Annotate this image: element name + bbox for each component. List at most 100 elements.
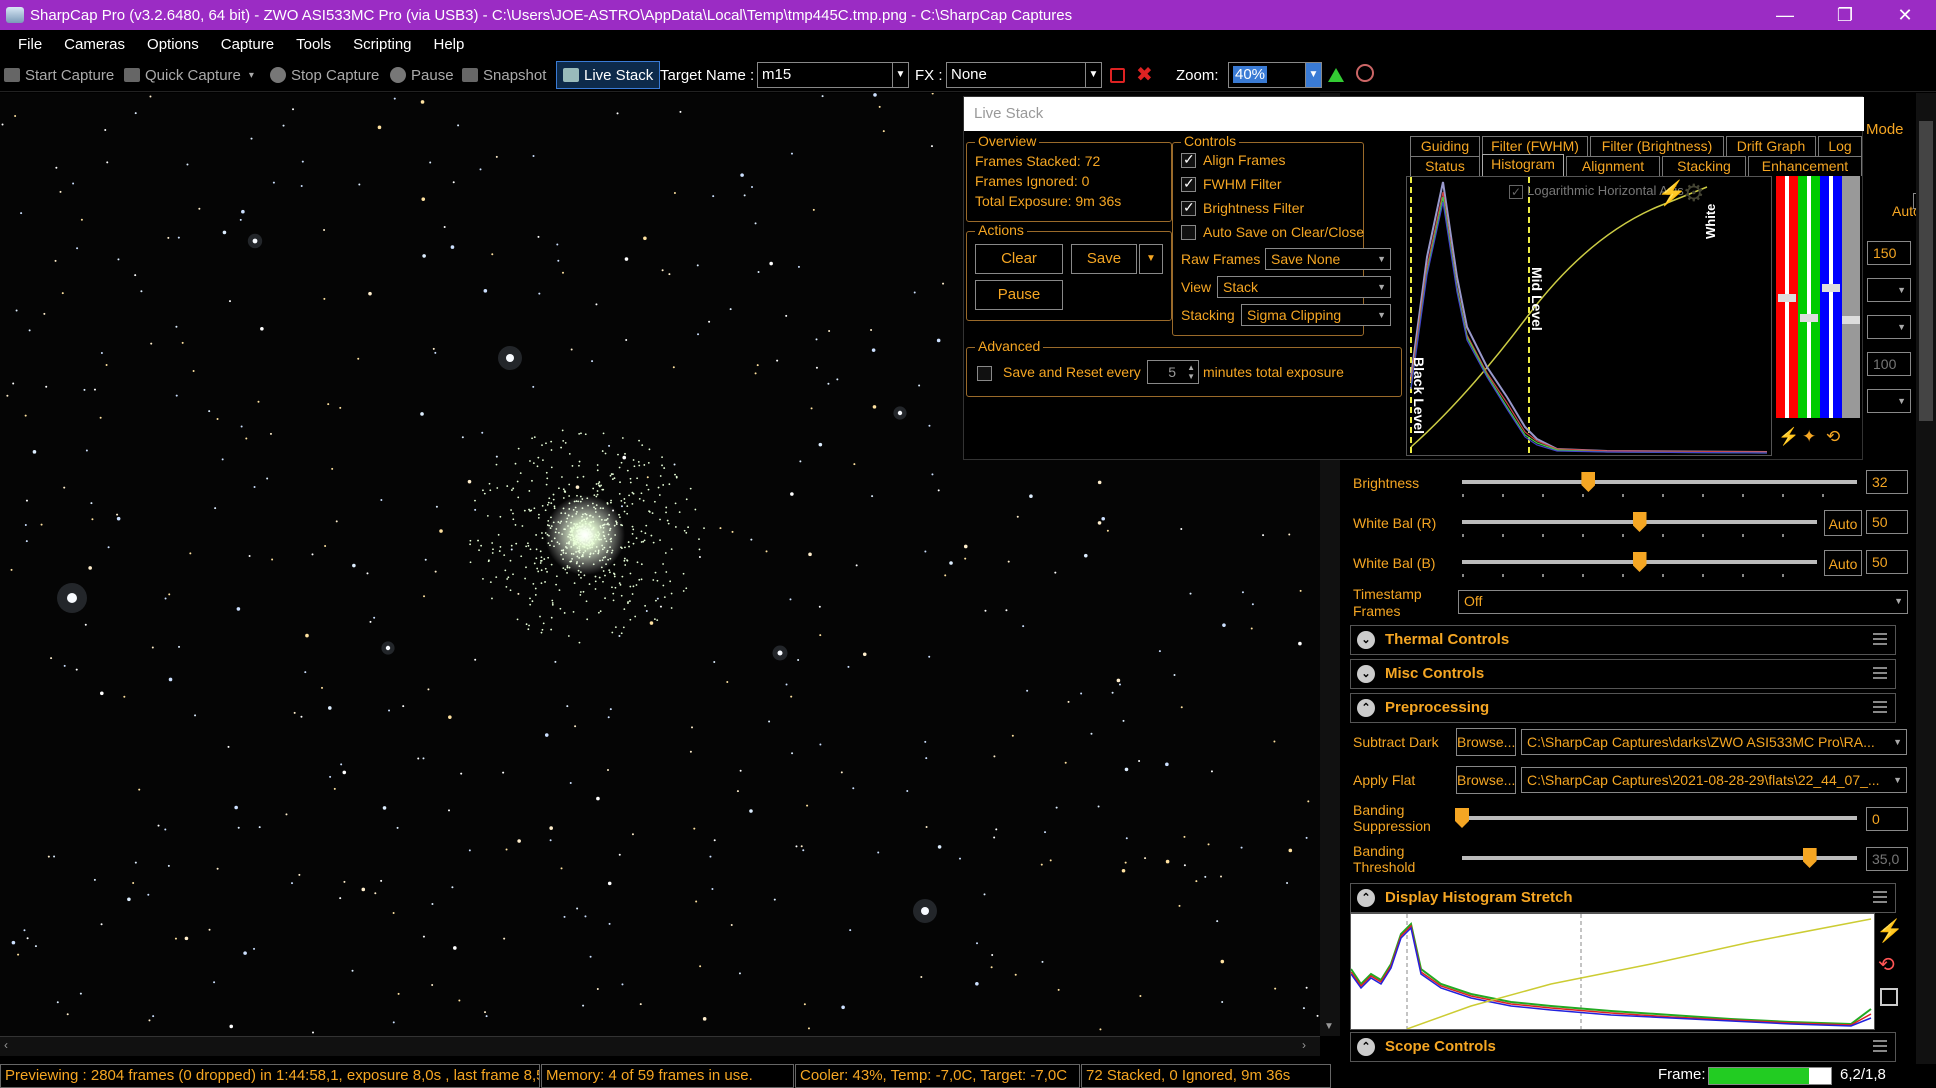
tab-log[interactable]: Log <box>1818 136 1862 156</box>
blue-level-bar[interactable] <box>1820 176 1842 418</box>
dropdown-3[interactable]: ▼ <box>1867 389 1911 413</box>
view-select[interactable]: Stack ▼ <box>1217 276 1391 298</box>
zoom-target-icon[interactable] <box>1356 64 1374 82</box>
chevron-down-icon[interactable]: ▼ <box>892 63 908 87</box>
live-stack-button[interactable]: Live Stack <box>556 61 661 89</box>
record-icon[interactable] <box>1110 68 1125 83</box>
fwhm-filter-checkbox[interactable] <box>1181 175 1196 192</box>
timestamp-select[interactable]: Off ▼ <box>1458 590 1908 614</box>
lightning-icon[interactable]: ⚡ <box>1876 918 1903 944</box>
target-name-input[interactable]: m15 ▼ <box>757 62 909 88</box>
save-button[interactable]: Save <box>1071 244 1137 274</box>
clear-button[interactable]: Clear <box>975 244 1063 274</box>
quick-capture-button[interactable]: Quick Capture ▾ <box>124 64 254 86</box>
rgb-level-sliders[interactable] <box>1774 176 1860 418</box>
banding-suppression-value[interactable]: 0 <box>1866 807 1908 831</box>
menu-tools[interactable]: Tools <box>296 36 331 53</box>
save-icon[interactable] <box>1880 988 1898 1006</box>
brightness-value[interactable]: 32 <box>1866 470 1908 494</box>
menu-icon[interactable] <box>1873 1040 1887 1052</box>
wb-r-auto-button[interactable]: Auto <box>1824 510 1862 536</box>
menu-capture[interactable]: Capture <box>221 36 274 53</box>
log-axis-checkbox[interactable]: ✓ <box>1509 185 1523 199</box>
reset-icon[interactable]: ⟲ <box>1878 952 1895 977</box>
chevron-down-icon[interactable]: ▼ <box>1085 63 1101 87</box>
green-level-bar[interactable] <box>1798 176 1820 418</box>
panel-scroll-thumb[interactable] <box>1919 121 1933 421</box>
menu-cameras[interactable]: Cameras <box>64 36 125 53</box>
section-display-histogram[interactable]: ⌃ Display Histogram Stretch <box>1350 883 1896 913</box>
pause-stack-button[interactable]: Pause <box>975 280 1063 310</box>
horizontal-scrollbar[interactable]: ‹ › <box>0 1036 1320 1056</box>
histogram-icon[interactable] <box>1328 68 1344 82</box>
tab-guiding[interactable]: Guiding <box>1410 136 1480 156</box>
banding-threshold-slider[interactable] <box>1462 856 1857 860</box>
reset-icon[interactable]: ⟲ <box>1826 427 1840 447</box>
start-capture-button[interactable]: Start Capture <box>4 64 114 86</box>
menu-icon[interactable] <box>1873 667 1887 679</box>
tab-drift-graph[interactable]: Drift Graph <box>1726 136 1816 156</box>
scroll-right-icon[interactable]: › <box>1302 1038 1306 1052</box>
section-scope-controls[interactable]: ⌃ Scope Controls <box>1350 1032 1896 1062</box>
blue-level-thumb[interactable] <box>1822 284 1840 292</box>
menu-icon[interactable] <box>1873 633 1887 645</box>
chevron-up-icon[interactable]: ⌃ <box>1357 699 1375 717</box>
chevron-up-icon[interactable]: ⌃ <box>1357 1038 1375 1056</box>
pause-button[interactable]: Pause <box>390 64 454 86</box>
minimize-button[interactable]: — <box>1756 0 1814 30</box>
section-thermal-controls[interactable]: ⌄ Thermal Controls <box>1350 625 1896 655</box>
panel-scrollbar[interactable] <box>1916 93 1936 1064</box>
menu-options[interactable]: Options <box>147 36 199 53</box>
stepper-arrows-icon[interactable]: ▲ ▼ <box>1187 363 1195 381</box>
banding-suppression-slider[interactable] <box>1462 816 1857 820</box>
tab-alignment[interactable]: Alignment <box>1566 156 1660 176</box>
wb-b-auto-button[interactable]: Auto <box>1824 550 1862 576</box>
lightning-icon[interactable]: ⚡ <box>1778 427 1799 447</box>
stack-histogram-plot[interactable]: ✓ Logarithmic Horizontal Axis Black Leve… <box>1406 176 1772 456</box>
star-icon[interactable]: ✦ <box>1802 427 1816 447</box>
save-reset-checkbox[interactable] <box>977 366 992 381</box>
wb-r-value[interactable]: 50 <box>1866 510 1908 534</box>
reticle-icon[interactable]: ✖ <box>1136 62 1153 87</box>
chevron-down-icon[interactable]: ▼ <box>1305 63 1321 87</box>
fx-select[interactable]: None ▼ <box>946 62 1102 88</box>
menu-icon[interactable] <box>1873 701 1887 713</box>
zoom-select[interactable]: 40% ▼ <box>1228 62 1322 88</box>
subtract-dark-select[interactable]: C:\SharpCap Captures\darks\ZWO ASI533MC … <box>1521 729 1907 755</box>
menu-file[interactable]: File <box>18 36 42 53</box>
banding-threshold-value[interactable]: 35,0 <box>1866 847 1908 871</box>
tab-stacking[interactable]: Stacking <box>1662 156 1746 176</box>
apply-flat-browse-button[interactable]: Browse... <box>1456 766 1516 794</box>
gear-icon[interactable]: ⚙ <box>1683 179 1705 208</box>
dropdown-1[interactable]: ▼ <box>1867 278 1911 302</box>
value-150[interactable]: 150 <box>1867 241 1911 265</box>
tab-filter-fwhm[interactable]: Filter (FWHM) <box>1482 136 1588 156</box>
apply-flat-select[interactable]: C:\SharpCap Captures\2021-08-28-29\flats… <box>1521 767 1907 793</box>
menu-icon[interactable] <box>1873 891 1887 903</box>
section-preprocessing[interactable]: ⌃ Preprocessing <box>1350 693 1896 723</box>
auto-save-checkbox[interactable] <box>1181 225 1196 240</box>
tab-histogram[interactable]: Histogram <box>1482 154 1564 176</box>
display-histogram-plot[interactable] <box>1350 913 1875 1030</box>
red-level-thumb[interactable] <box>1778 294 1796 302</box>
dropdown-2[interactable]: ▼ <box>1867 315 1911 339</box>
wb-b-value[interactable]: 50 <box>1866 550 1908 574</box>
close-button[interactable]: ✕ <box>1876 0 1934 30</box>
lum-level-bar[interactable] <box>1842 176 1860 418</box>
raw-frames-select[interactable]: Save None ▼ <box>1265 248 1391 270</box>
restore-button[interactable]: ❐ <box>1816 0 1874 30</box>
tab-enhancement[interactable]: Enhancement <box>1748 156 1862 176</box>
lum-level-thumb[interactable] <box>1842 316 1860 324</box>
chevron-down-icon[interactable]: ⌄ <box>1357 665 1375 683</box>
scroll-down-icon[interactable]: ▼ <box>1324 1021 1334 1032</box>
brightness-slider[interactable] <box>1462 480 1857 484</box>
stop-capture-button[interactable]: Stop Capture <box>270 64 379 86</box>
chevron-down-icon[interactable]: ⌄ <box>1357 631 1375 649</box>
menu-help[interactable]: Help <box>434 36 465 53</box>
brightness-filter-checkbox[interactable] <box>1181 199 1196 216</box>
section-misc-controls[interactable]: ⌄ Misc Controls <box>1350 659 1896 689</box>
scroll-left-icon[interactable]: ‹ <box>4 1038 8 1052</box>
align-frames-checkbox[interactable] <box>1181 151 1196 168</box>
tab-status[interactable]: Status <box>1410 156 1480 176</box>
chevron-up-icon[interactable]: ⌃ <box>1357 889 1375 907</box>
